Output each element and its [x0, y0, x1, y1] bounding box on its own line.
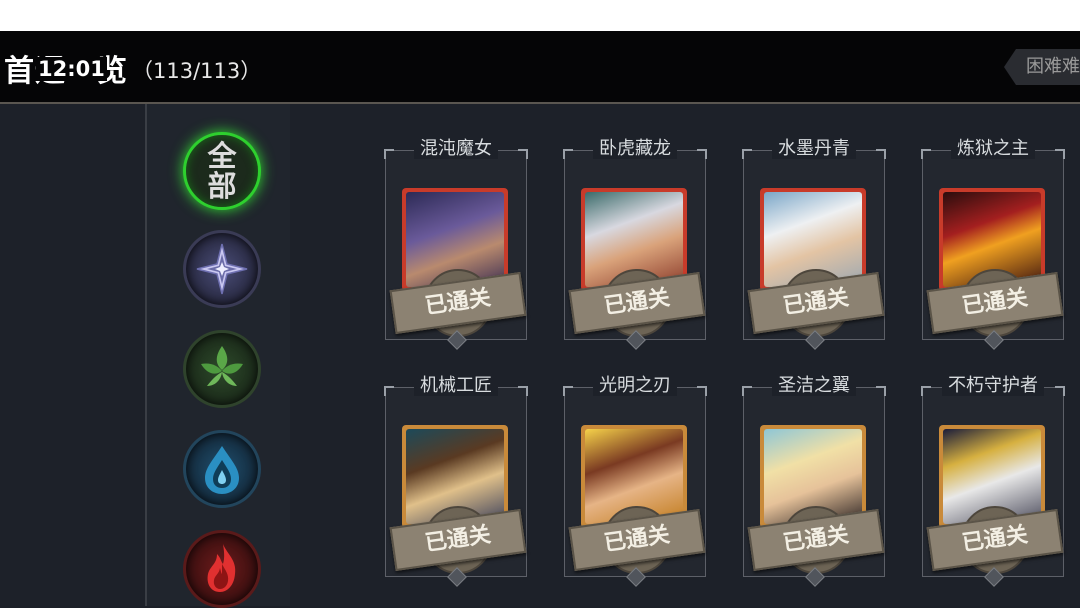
filter-water-button[interactable] [183, 430, 261, 508]
progress-count: （113/113） [132, 59, 262, 83]
hero-card[interactable]: 水墨丹青 已通关 [742, 138, 886, 350]
status-bar [0, 0, 1080, 31]
fire-icon [207, 544, 236, 592]
filter-fire-button[interactable] [183, 530, 261, 608]
clock-overlay: 12:01 [36, 57, 107, 81]
element-filter-column: 全部 [145, 104, 292, 608]
difficulty-tab[interactable]: 困难难 [1004, 49, 1080, 85]
filter-leaf-button[interactable] [183, 330, 261, 408]
hero-card[interactable]: 卧虎藏龙 已通关 [563, 138, 707, 350]
water-drop-icon [205, 446, 239, 494]
hero-name: 机械工匠 [414, 375, 498, 396]
hero-card[interactable]: 圣洁之翼 已通关 [742, 375, 886, 587]
hero-card[interactable]: 混沌魔女 已通关 [384, 138, 528, 350]
hero-card[interactable]: 炼狱之主 已通关 [921, 138, 1065, 350]
leaf-icon [201, 346, 243, 386]
hero-card[interactable]: 光明之刃 已通关 [563, 375, 707, 587]
hero-name: 炼狱之主 [951, 138, 1035, 159]
filter-all-label: 全部 [207, 139, 237, 203]
hero-card[interactable]: 不朽守护者 已通关 [921, 375, 1065, 587]
filter-star-button[interactable] [183, 230, 261, 308]
header-bar: 首通一览 （113/113） 12:01 困难难 [0, 31, 1080, 104]
left-panel [0, 104, 145, 606]
hero-name: 不朽守护者 [942, 375, 1044, 396]
hero-grid: 混沌魔女 已通关 卧虎藏龙 已通关 水墨丹青 已通关 炼狱之主 已通关 机械工匠… [290, 104, 1080, 606]
hero-name: 水墨丹青 [772, 138, 856, 159]
hero-name: 卧虎藏龙 [593, 138, 677, 159]
hero-name: 圣洁之翼 [772, 375, 856, 396]
filter-all-button[interactable]: 全部 [183, 132, 261, 210]
hero-name: 混沌魔女 [414, 138, 498, 159]
hero-card[interactable]: 机械工匠 已通关 [384, 375, 528, 587]
star-icon [196, 243, 248, 295]
hero-name: 光明之刃 [593, 375, 677, 396]
